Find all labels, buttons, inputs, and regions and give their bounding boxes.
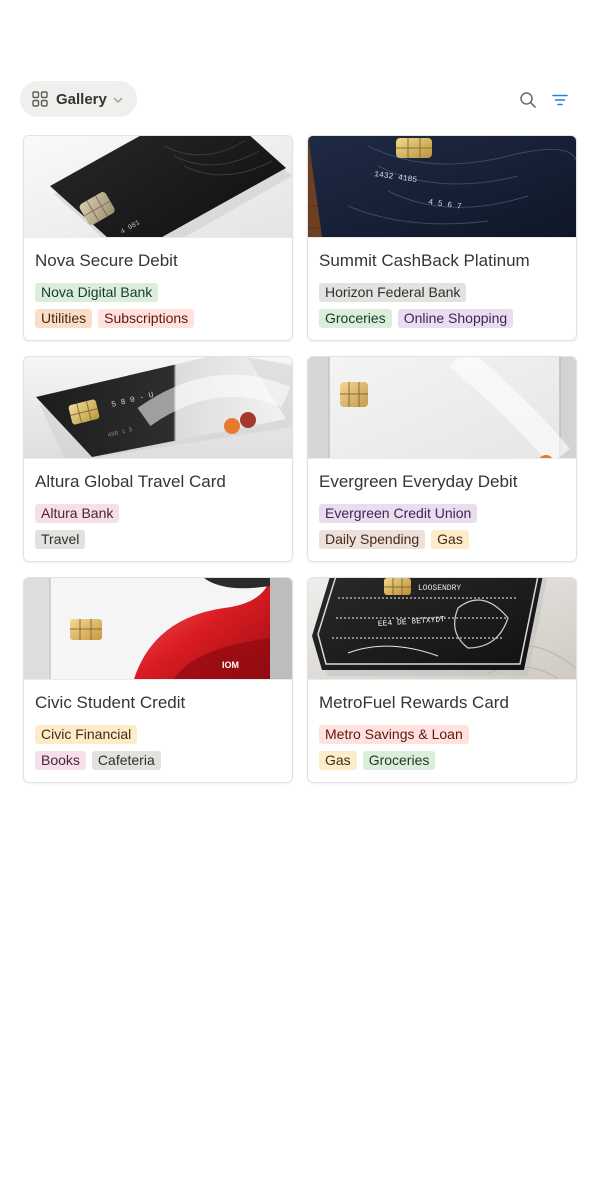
category-tag: Online Shopping <box>397 309 514 328</box>
bank-tags: Civic Financial <box>35 725 138 744</box>
bank-tag: Metro Savings & Loan <box>319 725 469 744</box>
card-cover-image: 1432 4185 4 5 6 7 <box>308 136 576 238</box>
filter-icon[interactable] <box>551 91 569 109</box>
category-tag: Daily Spending <box>319 530 426 549</box>
category-tag: Gas <box>319 751 357 770</box>
bank-tags: Altura Bank <box>35 504 120 523</box>
category-tags: Gas Groceries <box>319 751 436 770</box>
bank-tag: Nova Digital Bank <box>35 283 159 302</box>
bank-tags: Nova Digital Bank <box>35 283 159 302</box>
view-switcher-label: Gallery <box>56 90 107 108</box>
card-cover-image: 5 8 0 - U 488 1 3 <box>24 357 292 459</box>
bank-tags: Metro Savings & Loan <box>319 725 469 744</box>
category-tag: Cafeteria <box>91 751 161 770</box>
bank-tag: Evergreen Credit Union <box>319 504 478 523</box>
gallery-card[interactable]: LOOSENDRY EE4 DE 8ETXYDT MetroFuel Rewar… <box>307 577 577 783</box>
card-title: Altura Global Travel Card <box>35 472 226 491</box>
category-tag: Travel <box>35 530 86 549</box>
card-title: Evergreen Everyday Debit <box>319 472 518 491</box>
category-tags: Utilities Subscriptions <box>35 309 195 328</box>
gallery-card[interactable]: 4 981 Nova Secure Debit Nova Digital Ban… <box>23 135 293 341</box>
category-tag: Gas <box>431 530 469 549</box>
category-tags: Books Cafeteria <box>35 751 161 770</box>
card-title: Nova Secure Debit <box>35 251 178 270</box>
card-title: Summit CashBack Platinum <box>319 251 530 270</box>
bank-tag: Horizon Federal Bank <box>319 283 467 302</box>
category-tag: Groceries <box>362 751 436 770</box>
bank-tag: Civic Financial <box>35 725 138 744</box>
bank-tags: Evergreen Credit Union <box>319 504 478 523</box>
bank-tags: Horizon Federal Bank <box>319 283 467 302</box>
svg-text:IOM: IOM <box>222 660 239 670</box>
gallery-toolbar: Gallery <box>20 81 580 117</box>
gallery-card[interactable]: 1432 4185 4 5 6 7 Summit CashBack Platin… <box>307 135 577 341</box>
bank-tag: Altura Bank <box>35 504 120 523</box>
category-tags: Travel <box>35 530 86 549</box>
gallery-card[interactable]: 5 8 0 - U 488 1 3 Altura Global Travel C… <box>23 356 293 562</box>
card-title: Civic Student Credit <box>35 693 186 712</box>
search-icon[interactable] <box>519 91 537 109</box>
category-tags: Daily Spending Gas <box>319 530 469 549</box>
card-cover-image: LOOSENDRY EE4 DE 8ETXYDT <box>308 578 576 680</box>
card-title: MetroFuel Rewards Card <box>319 693 509 712</box>
category-tag: Groceries <box>319 309 392 328</box>
category-tag: Subscriptions <box>98 309 195 328</box>
gallery-card[interactable]: Evergreen Everyday Debit Evergreen Credi… <box>307 356 577 562</box>
svg-text:LOOSENDRY: LOOSENDRY <box>418 584 461 593</box>
chevron-down-icon <box>112 93 124 105</box>
card-cover-image <box>308 357 576 459</box>
view-switcher-button[interactable]: Gallery <box>20 81 137 117</box>
gallery-card[interactable]: IOM Civic Student Credit Civic Financial… <box>23 577 293 783</box>
category-tag: Books <box>35 751 86 770</box>
category-tags: Groceries Online Shopping <box>319 309 514 328</box>
card-cover-image: 4 981 <box>24 136 292 238</box>
category-tag: Utilities <box>35 309 93 328</box>
grid-icon <box>32 91 48 107</box>
card-cover-image: IOM <box>24 578 292 680</box>
